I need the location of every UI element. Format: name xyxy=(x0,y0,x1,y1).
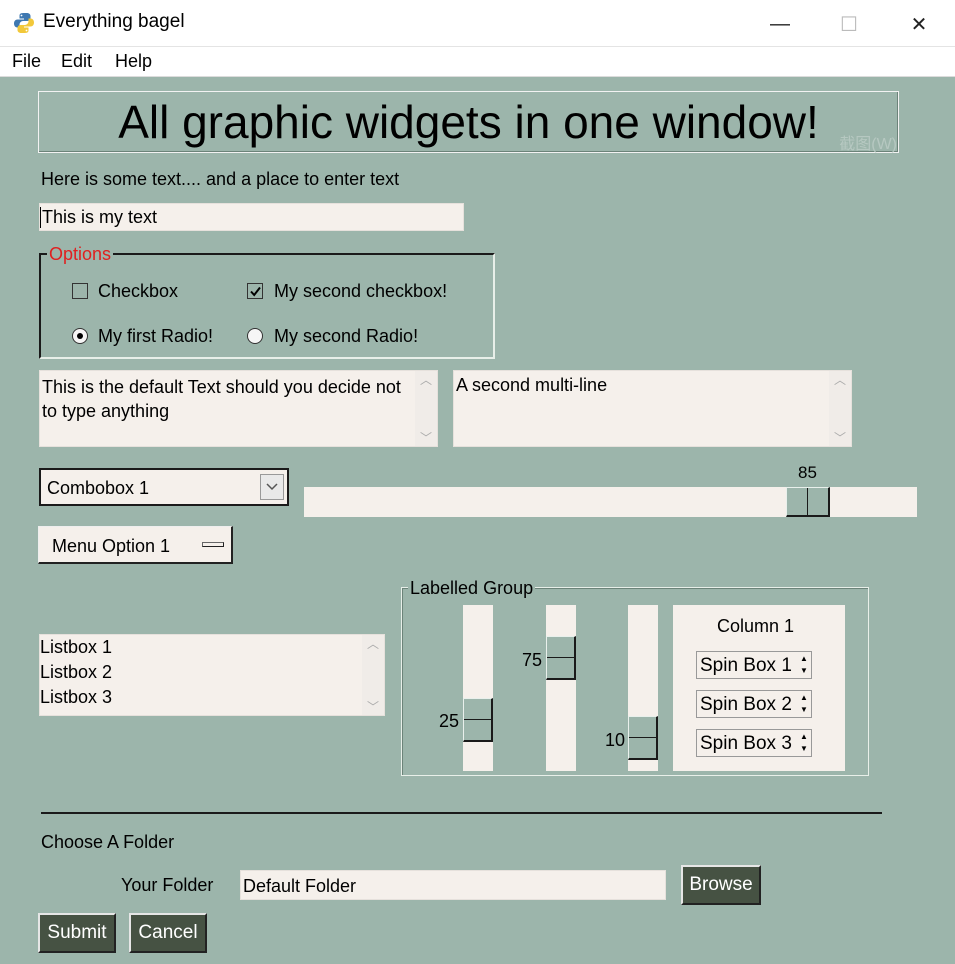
window-title: Everything bagel xyxy=(43,11,185,32)
folder-input[interactable]: Default Folder xyxy=(240,870,666,900)
folder-input-value: Default Folder xyxy=(243,876,357,896)
choose-folder-label: Choose A Folder xyxy=(41,832,175,852)
handle-divider xyxy=(629,737,657,738)
handle-divider xyxy=(547,657,575,658)
option-menu[interactable]: Menu Option 1 xyxy=(38,526,233,564)
menu-help[interactable]: Help xyxy=(115,51,152,72)
spinbox-1-value: Spin Box 1 xyxy=(700,655,792,676)
combobox-value: Combobox 1 xyxy=(47,478,150,498)
handle-divider xyxy=(807,488,808,516)
labelled-group-legend: Labelled Group xyxy=(408,578,536,599)
minimize-button[interactable]: — xyxy=(757,8,803,40)
spin-up-icon: ▲ xyxy=(800,732,808,741)
option-menu-indicator-icon xyxy=(202,542,224,547)
spinbox-3[interactable]: Spin Box 3 ▲ ▼ xyxy=(696,729,812,757)
maximize-button[interactable]: ☐ xyxy=(826,8,872,40)
checkbox-2[interactable] xyxy=(247,283,263,299)
radio-1-label: My first Radio! xyxy=(98,326,214,346)
handle-divider xyxy=(464,719,492,720)
spin-down-icon: ▼ xyxy=(800,705,808,714)
spin-up-icon: ▲ xyxy=(800,654,808,663)
spinbox-3-value: Spin Box 3 xyxy=(700,733,792,754)
options-legend: Options xyxy=(47,244,114,265)
spin-down-icon: ▼ xyxy=(800,744,808,753)
title-bar: Everything bagel — ☐ ✕ xyxy=(0,0,955,47)
spinbox-1-arrows[interactable]: ▲ ▼ xyxy=(798,653,810,677)
checkbox-1[interactable] xyxy=(72,283,88,299)
scroll-down-icon: ﹀ xyxy=(366,700,379,714)
text-cursor xyxy=(40,207,41,228)
multiline-1[interactable]: This is the default Text should you deci… xyxy=(39,370,438,447)
multiline-2-scrollbar[interactable]: ︿ ﹀ xyxy=(829,371,851,446)
python-icon xyxy=(14,13,34,33)
combobox[interactable]: Combobox 1 xyxy=(39,468,289,506)
checkbox-2-label: My second checkbox! xyxy=(274,281,448,301)
scroll-up-icon: ︿ xyxy=(366,637,379,651)
radio-1[interactable] xyxy=(72,328,88,344)
menu-bar: File Edit Help xyxy=(0,47,955,77)
spinbox-3-arrows[interactable]: ▲ ▼ xyxy=(798,731,810,755)
scroll-down-icon: ﹀ xyxy=(833,431,846,445)
spinbox-2-arrows[interactable]: ▲ ▼ xyxy=(798,692,810,716)
vslider-2-handle[interactable] xyxy=(546,636,576,680)
scroll-down-icon: ﹀ xyxy=(419,431,432,445)
menu-edit[interactable]: Edit xyxy=(61,51,92,72)
column-1-header: Column 1 xyxy=(717,616,795,636)
scroll-up-icon: ︿ xyxy=(419,373,432,387)
check-icon xyxy=(250,286,261,297)
close-button[interactable]: ✕ xyxy=(896,8,942,40)
text-input[interactable]: This is my text xyxy=(39,203,464,231)
radio-2[interactable] xyxy=(247,328,263,344)
hslider-value: 85 xyxy=(798,463,817,482)
list-item[interactable]: Listbox 3 xyxy=(40,687,360,712)
list-item[interactable]: Listbox 2 xyxy=(40,662,360,687)
listbox[interactable]: Listbox 1 Listbox 2 Listbox 3 ︿ ﹀ xyxy=(39,634,385,716)
multiline-2-text: A second multi-line xyxy=(456,375,608,395)
checkbox-1-label: Checkbox xyxy=(98,281,179,301)
your-folder-label: Your Folder xyxy=(121,875,214,895)
vslider-3-handle[interactable] xyxy=(628,716,658,760)
scroll-up-icon: ︿ xyxy=(833,373,846,387)
banner-title: All graphic widgets in one window! xyxy=(38,91,899,153)
multiline-2[interactable]: A second multi-line ︿ ﹀ xyxy=(453,370,852,447)
multiline-1-text: This is the default Text should you deci… xyxy=(42,377,401,421)
multiline-1-scrollbar[interactable]: ︿ ﹀ xyxy=(415,371,437,446)
list-item[interactable]: Listbox 1 xyxy=(40,637,360,662)
option-menu-value: Menu Option 1 xyxy=(52,536,171,556)
spinbox-1[interactable]: Spin Box 1 ▲ ▼ xyxy=(696,651,812,679)
spin-down-icon: ▼ xyxy=(800,666,808,675)
close-icon: ✕ xyxy=(910,13,928,36)
chevron-down-icon xyxy=(266,483,278,491)
minimize-icon: — xyxy=(770,12,790,35)
listbox-scrollbar[interactable]: ︿ ﹀ xyxy=(362,635,384,715)
browse-button[interactable]: Browse xyxy=(681,865,761,905)
watermark-text: 截图(W) xyxy=(839,136,897,153)
vslider-2-trough[interactable] xyxy=(546,605,576,771)
radio-2-label: My second Radio! xyxy=(274,326,419,346)
vslider-1-value: 25 xyxy=(439,711,460,731)
spinbox-2-value: Spin Box 2 xyxy=(700,694,792,715)
menu-file[interactable]: File xyxy=(12,51,41,72)
vslider-2-value: 75 xyxy=(522,650,543,670)
spin-up-icon: ▲ xyxy=(800,693,808,702)
vslider-1-trough[interactable] xyxy=(463,605,493,771)
vslider-3-value: 10 xyxy=(605,730,626,750)
column-1-panel: Column 1 Spin Box 1 ▲ ▼ Spin Box 2 ▲ ▼ Spi… xyxy=(673,605,845,771)
radio-dot-icon xyxy=(77,333,83,339)
hslider-handle[interactable] xyxy=(786,487,830,517)
combobox-dropdown-button[interactable] xyxy=(260,474,284,500)
cancel-button[interactable]: Cancel xyxy=(129,913,207,953)
submit-button[interactable]: Submit xyxy=(38,913,116,953)
intro-label: Here is some text.... and a place to ent… xyxy=(41,169,400,189)
horizontal-separator xyxy=(41,812,882,814)
text-input-value: This is my text xyxy=(42,207,158,227)
vslider-1-handle[interactable] xyxy=(463,698,493,742)
maximize-icon: ☐ xyxy=(840,13,858,36)
spinbox-2[interactable]: Spin Box 2 ▲ ▼ xyxy=(696,690,812,718)
